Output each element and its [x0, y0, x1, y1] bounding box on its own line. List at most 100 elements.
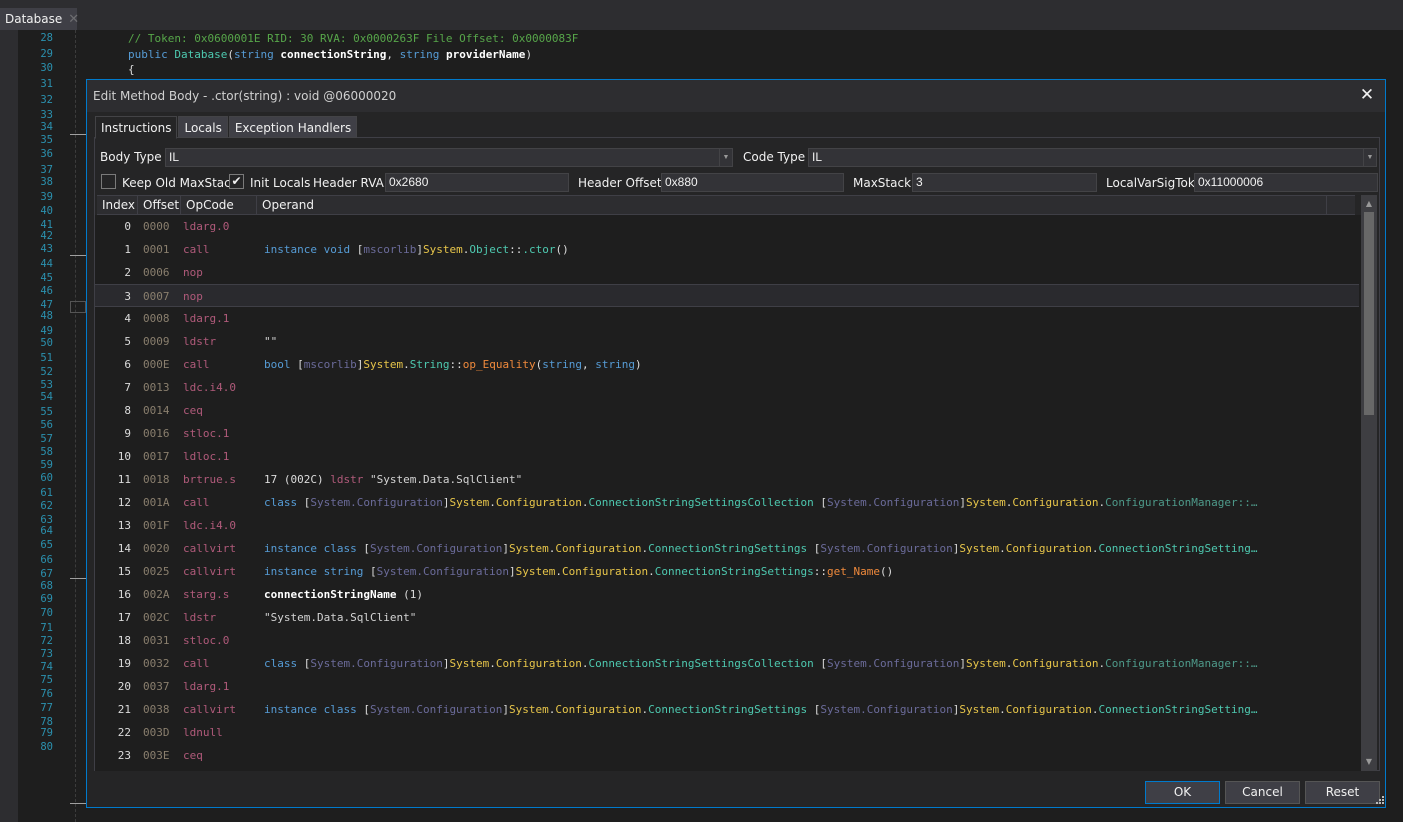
outline-guide — [75, 30, 76, 822]
code-brace: { — [128, 63, 135, 76]
instruction-offset: 0025 — [143, 565, 170, 578]
line-number: 29 — [40, 48, 53, 60]
vertical-scrollbar[interactable]: ▲ ▼ — [1361, 195, 1377, 771]
instruction-row[interactable]: 20 0037 ldarg.1 — [95, 675, 1359, 698]
instruction-index: 0 — [124, 220, 131, 233]
operand-token: . — [489, 657, 496, 670]
operand-token: ] — [416, 243, 423, 256]
operand-token: System — [449, 496, 490, 509]
tab-locals[interactable]: Locals — [178, 116, 228, 138]
tab-instructions[interactable]: Instructions — [95, 116, 178, 139]
maxstack-input[interactable]: 3 — [912, 173, 1097, 192]
instruction-row[interactable]: 1 0001 call instance void [mscorlib]System.… — [95, 238, 1359, 261]
line-number: 60 — [40, 472, 53, 484]
instruction-row[interactable]: 19 0032 call class [System.Configuration]Sy… — [95, 652, 1359, 675]
column-header-opcode[interactable]: OpCode — [181, 196, 257, 215]
instruction-row[interactable]: 13 001F ldc.i4.0 — [95, 514, 1359, 537]
instruction-index: 10 — [117, 450, 131, 463]
scroll-down-icon[interactable]: ▼ — [1361, 755, 1377, 769]
punctuation: , — [386, 48, 400, 61]
instruction-row[interactable]: 0 0000 ldarg.0 — [95, 215, 1359, 238]
header-rva-input[interactable]: 0x2680 — [385, 173, 569, 192]
instruction-operand: "System.Data.SqlClient" — [264, 606, 1316, 629]
header-offset-input[interactable]: 0x880 — [661, 173, 844, 192]
operand-token: System.Configuration — [310, 496, 443, 509]
instruction-row[interactable]: 14 0020 callvirt instance class [System.Con… — [95, 537, 1359, 560]
instruction-opcode: ldc.i4.0 — [183, 381, 236, 394]
instruction-row[interactable]: 3 0007 nop — [95, 284, 1359, 307]
instruction-row[interactable]: 23 003E ceq — [95, 744, 1359, 767]
instruction-row[interactable]: 5 0009 ldstr "" — [95, 330, 1359, 353]
line-number: 43 — [40, 243, 53, 255]
column-header-index[interactable]: Index — [97, 196, 138, 215]
punctuation: ) — [525, 48, 533, 61]
operand-token: instance string — [264, 565, 370, 578]
instruction-offset: 002C — [143, 611, 170, 624]
instruction-row[interactable]: 21 0038 callvirt instance class [System.Con… — [95, 698, 1359, 721]
instruction-row[interactable]: 7 0013 ldc.i4.0 — [95, 376, 1359, 399]
operand-token: instance void — [264, 243, 357, 256]
instruction-offset: 0020 — [143, 542, 170, 555]
operand-token: "System.Data.SqlClient" — [369, 473, 523, 486]
instruction-row[interactable]: 8 0014 ceq — [95, 399, 1359, 422]
instruction-row[interactable]: 9 0016 stloc.1 — [95, 422, 1359, 445]
instruction-row[interactable]: 15 0025 callvirt instance string [System.Co… — [95, 560, 1359, 583]
code-comment: // Token: 0x0600001E RID: 30 RVA: 0x0000… — [128, 32, 579, 45]
ok-button[interactable]: OK — [1145, 781, 1220, 804]
line-number: 46 — [40, 285, 53, 297]
cancel-button[interactable]: Cancel — [1225, 781, 1300, 804]
keep-old-maxstack-checkbox[interactable] — [101, 174, 116, 189]
line-number: 32 — [40, 94, 53, 106]
operand-token: ConnectionStringSettingsCollection — [588, 657, 821, 670]
operand-token: () — [879, 565, 894, 578]
operand-token: string — [542, 358, 582, 371]
collapse-box-icon[interactable] — [70, 301, 86, 313]
localvarsigtok-input[interactable]: 0x11000006 — [1194, 173, 1378, 192]
document-tab-database[interactable]: Database ✕ — [0, 8, 79, 30]
scrollbar-thumb[interactable] — [1364, 212, 1374, 415]
reset-button[interactable]: Reset — [1305, 781, 1380, 804]
code-type-select[interactable]: IL ▼ — [808, 148, 1377, 167]
instruction-row[interactable]: 17 002C ldstr "System.Data.SqlClient" — [95, 606, 1359, 629]
instruction-row[interactable]: 10 0017 ldloc.1 — [95, 445, 1359, 468]
column-header-operand[interactable]: Operand — [257, 196, 1327, 215]
instruction-opcode: brtrue.s — [183, 473, 236, 486]
operand-token: System — [959, 703, 1000, 716]
instruction-row[interactable]: 4 0008 ldarg.1 — [95, 307, 1359, 330]
dialog-title-bar[interactable]: Edit Method Body - .ctor(string) : void … — [87, 80, 1385, 112]
line-number: 45 — [40, 272, 53, 284]
init-locals-label: Init Locals — [250, 176, 311, 190]
close-icon[interactable]: ✕ — [68, 12, 79, 27]
init-locals-checkbox[interactable]: ✔ — [229, 174, 244, 189]
instruction-offset: 001F — [143, 519, 170, 532]
instruction-grid[interactable]: 0 0000 ldarg.0 1 0001 call instance void [msco… — [95, 215, 1361, 771]
operand-token: String — [409, 358, 450, 371]
operand-token: System — [515, 565, 556, 578]
operand-token: Configuration — [1005, 703, 1092, 716]
instruction-row[interactable]: 22 003D ldnull — [95, 721, 1359, 744]
close-icon[interactable]: ✕ — [1357, 85, 1377, 105]
instruction-row[interactable]: 16 002A starg.s connectionStringName (1) — [95, 583, 1359, 606]
instruction-offset: 0017 — [143, 450, 170, 463]
instruction-row[interactable]: 18 0031 stloc.0 — [95, 629, 1359, 652]
operand-token: Configuration — [1005, 542, 1092, 555]
scroll-up-icon[interactable]: ▲ — [1361, 197, 1377, 211]
body-type-select[interactable]: IL ▼ — [165, 148, 733, 167]
instruction-row[interactable]: 11 0018 brtrue.s 17 (002C) ldstr "System.Da… — [95, 468, 1359, 491]
operand-token: . — [1091, 542, 1099, 555]
operand-token: . — [999, 703, 1006, 716]
instruction-index: 1 — [124, 243, 131, 256]
column-header-offset[interactable]: Offset — [138, 196, 181, 215]
instruction-row[interactable]: 2 0006 nop — [95, 261, 1359, 284]
tab-exception-handlers[interactable]: Exception Handlers — [228, 116, 358, 138]
operand-token: System — [449, 657, 490, 670]
instruction-offset: 0013 — [143, 381, 170, 394]
line-number: 55 — [40, 406, 53, 418]
operand-token: . — [403, 358, 410, 371]
instruction-row[interactable]: 6 000E call bool [mscorlib]System.String::o… — [95, 353, 1359, 376]
operand-token: ConnectionStringSetting… — [1098, 703, 1258, 716]
resize-grip-icon[interactable] — [1374, 796, 1384, 806]
operand-token: . — [1091, 703, 1099, 716]
operand-token: System — [509, 703, 549, 716]
instruction-row[interactable]: 12 001A call class [System.Configuration]Sy… — [95, 491, 1359, 514]
